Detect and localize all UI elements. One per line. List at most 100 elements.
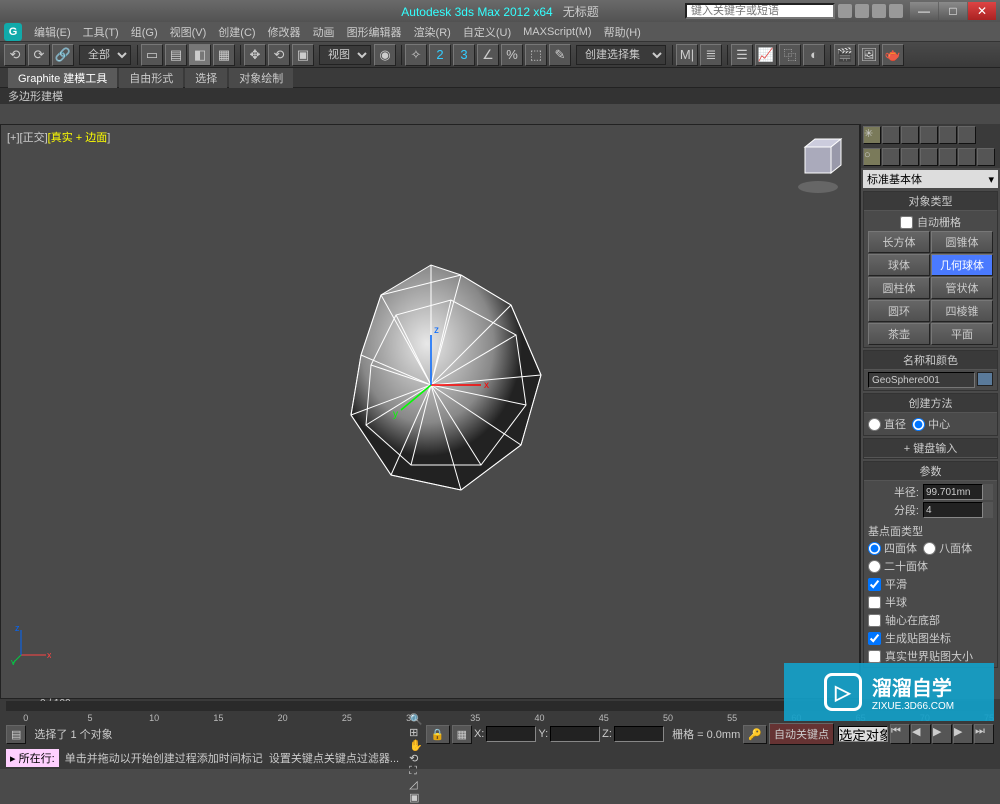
script-mini-button[interactable]: ▤ [6, 725, 26, 744]
mirror-button[interactable]: M| [676, 44, 698, 66]
lock-selection-button[interactable]: 🔒 [426, 725, 450, 744]
rollout-objtype-header[interactable]: 对象类型 [864, 192, 997, 211]
fov-button[interactable]: ◿ [409, 778, 423, 791]
autokey-button[interactable]: 自动关键点 [769, 723, 834, 745]
setkey-button[interactable]: 设置关键点 [269, 750, 324, 766]
subtab-spacewarps[interactable] [958, 148, 976, 166]
curve-editor-button[interactable]: 📈 [755, 44, 777, 66]
prev-frame-button[interactable]: ◀ [911, 724, 931, 744]
tab-motion[interactable] [920, 126, 938, 144]
snap-3d-button[interactable]: 3 [453, 44, 475, 66]
geosphere-object[interactable]: x y z [281, 235, 581, 535]
prim-torus-button[interactable]: 圆环 [868, 300, 930, 322]
icosa-radio[interactable] [868, 560, 881, 573]
schematic-button[interactable]: ⿻ [779, 44, 801, 66]
segments-spinner[interactable] [923, 502, 983, 518]
zoom-button[interactable]: 🔍 [409, 713, 423, 726]
move-button[interactable]: ✥ [244, 44, 266, 66]
keyfilter-button[interactable]: 关键点过滤器... [324, 750, 399, 766]
ribbon-tab-freeform[interactable]: 自由形式 [119, 68, 183, 88]
subtab-lights[interactable] [901, 148, 919, 166]
hemi-checkbox[interactable] [868, 596, 881, 609]
link-button[interactable]: 🔗 [52, 44, 74, 66]
minimize-button[interactable]: — [910, 2, 938, 20]
scale-button[interactable]: ▣ [292, 44, 314, 66]
help-search-input[interactable] [685, 3, 835, 19]
viewport-label[interactable]: [+][正交][真实 + 边面] [7, 129, 110, 145]
ribbon-tab-select[interactable]: 选择 [185, 68, 227, 88]
radius-spin-buttons[interactable] [983, 484, 993, 500]
prim-cone-button[interactable]: 圆锥体 [931, 231, 993, 253]
object-color-swatch[interactable] [977, 372, 993, 386]
prim-pyramid-button[interactable]: 四棱锥 [931, 300, 993, 322]
prim-plane-button[interactable]: 平面 [931, 323, 993, 345]
key-mode-button[interactable]: 🔑 [743, 725, 767, 744]
x-field[interactable] [486, 726, 536, 742]
category-dropdown[interactable]: 标准基本体▾ [863, 170, 998, 188]
menu-group[interactable]: 组(G) [125, 24, 164, 40]
orbit-button[interactable]: ⟲ [409, 752, 423, 765]
menu-edit[interactable]: 编辑(E) [28, 24, 77, 40]
rotate-button[interactable]: ⟲ [268, 44, 290, 66]
basepivot-checkbox[interactable] [868, 614, 881, 627]
select-region-button[interactable]: ◧ [189, 44, 211, 66]
tab-display[interactable] [939, 126, 957, 144]
ref-coord-dropdown[interactable]: 视图 [319, 45, 371, 65]
keyfilter-drop[interactable] [838, 726, 888, 742]
redo-button[interactable]: ⟳ [28, 44, 50, 66]
goto-start-button[interactable]: ⏮ [890, 724, 910, 744]
subtab-helpers[interactable] [939, 148, 957, 166]
close-button[interactable]: ✕ [968, 2, 996, 20]
prim-tube-button[interactable]: 管状体 [931, 277, 993, 299]
snap-2d-button[interactable]: 2 [429, 44, 451, 66]
comm-icon[interactable] [855, 4, 869, 18]
maximize-button[interactable]: □ [939, 2, 967, 20]
menu-animation[interactable]: 动画 [307, 24, 341, 40]
prim-sphere-button[interactable]: 球体 [868, 254, 930, 276]
transform-typein-button[interactable]: ▦ [452, 725, 472, 744]
object-name-input[interactable] [868, 372, 975, 388]
view-cube[interactable] [793, 135, 843, 185]
pan-button[interactable]: ✋ [409, 739, 423, 752]
ribbon-tab-graphite[interactable]: Graphite 建模工具 [8, 68, 117, 88]
help-icon[interactable] [889, 4, 903, 18]
zoom-all-button[interactable]: ⊞ [409, 726, 423, 739]
material-editor-button[interactable]: ◐ [803, 44, 825, 66]
prim-geosphere-button[interactable]: 几何球体 [931, 254, 993, 276]
radius-spinner[interactable] [923, 484, 983, 500]
subtab-geometry[interactable]: ○ [863, 148, 881, 166]
select-name-button[interactable]: ▤ [165, 44, 187, 66]
tetra-radio[interactable] [868, 542, 881, 555]
realworld-checkbox[interactable] [868, 650, 881, 663]
percent-snap-button[interactable]: % [501, 44, 523, 66]
menu-render[interactable]: 渲染(R) [408, 24, 457, 40]
select-button[interactable]: ▭ [141, 44, 163, 66]
star-icon[interactable] [872, 4, 886, 18]
angle-snap-button[interactable]: ∠ [477, 44, 499, 66]
add-time-tag-label[interactable]: 添加时间标记 [197, 750, 263, 766]
tab-hierarchy[interactable] [901, 126, 919, 144]
render-frame-button[interactable]: 🖼 [858, 44, 880, 66]
menu-maxscript[interactable]: MAXScript(M) [517, 26, 597, 38]
named-sel-dropdown[interactable]: 创建选择集 [576, 45, 666, 65]
prim-cylinder-button[interactable]: 圆柱体 [868, 277, 930, 299]
play-button[interactable]: ▶ [932, 724, 952, 744]
z-field[interactable] [614, 726, 664, 742]
ribbon-tab-paint[interactable]: 对象绘制 [229, 68, 293, 88]
manip-button[interactable]: ✧ [405, 44, 427, 66]
zoom-extents-button[interactable]: ⛶ [409, 765, 423, 778]
menu-grapheditors[interactable]: 图形编辑器 [341, 24, 408, 40]
genuv-checkbox[interactable] [868, 632, 881, 645]
viewport[interactable]: [+][正交][真实 + 边面] x y [0, 124, 860, 699]
center-radio[interactable] [912, 418, 925, 431]
menu-view[interactable]: 视图(V) [164, 24, 213, 40]
edit-named-sel-button[interactable]: ✎ [549, 44, 571, 66]
tab-modify[interactable] [882, 126, 900, 144]
prim-box-button[interactable]: 长方体 [868, 231, 930, 253]
y-field[interactable] [550, 726, 600, 742]
tab-utilities[interactable] [958, 126, 976, 144]
goto-end-button[interactable]: ⏭ [974, 724, 994, 744]
autogrid-checkbox[interactable] [900, 216, 913, 229]
subtab-shapes[interactable] [882, 148, 900, 166]
smooth-checkbox[interactable] [868, 578, 881, 591]
